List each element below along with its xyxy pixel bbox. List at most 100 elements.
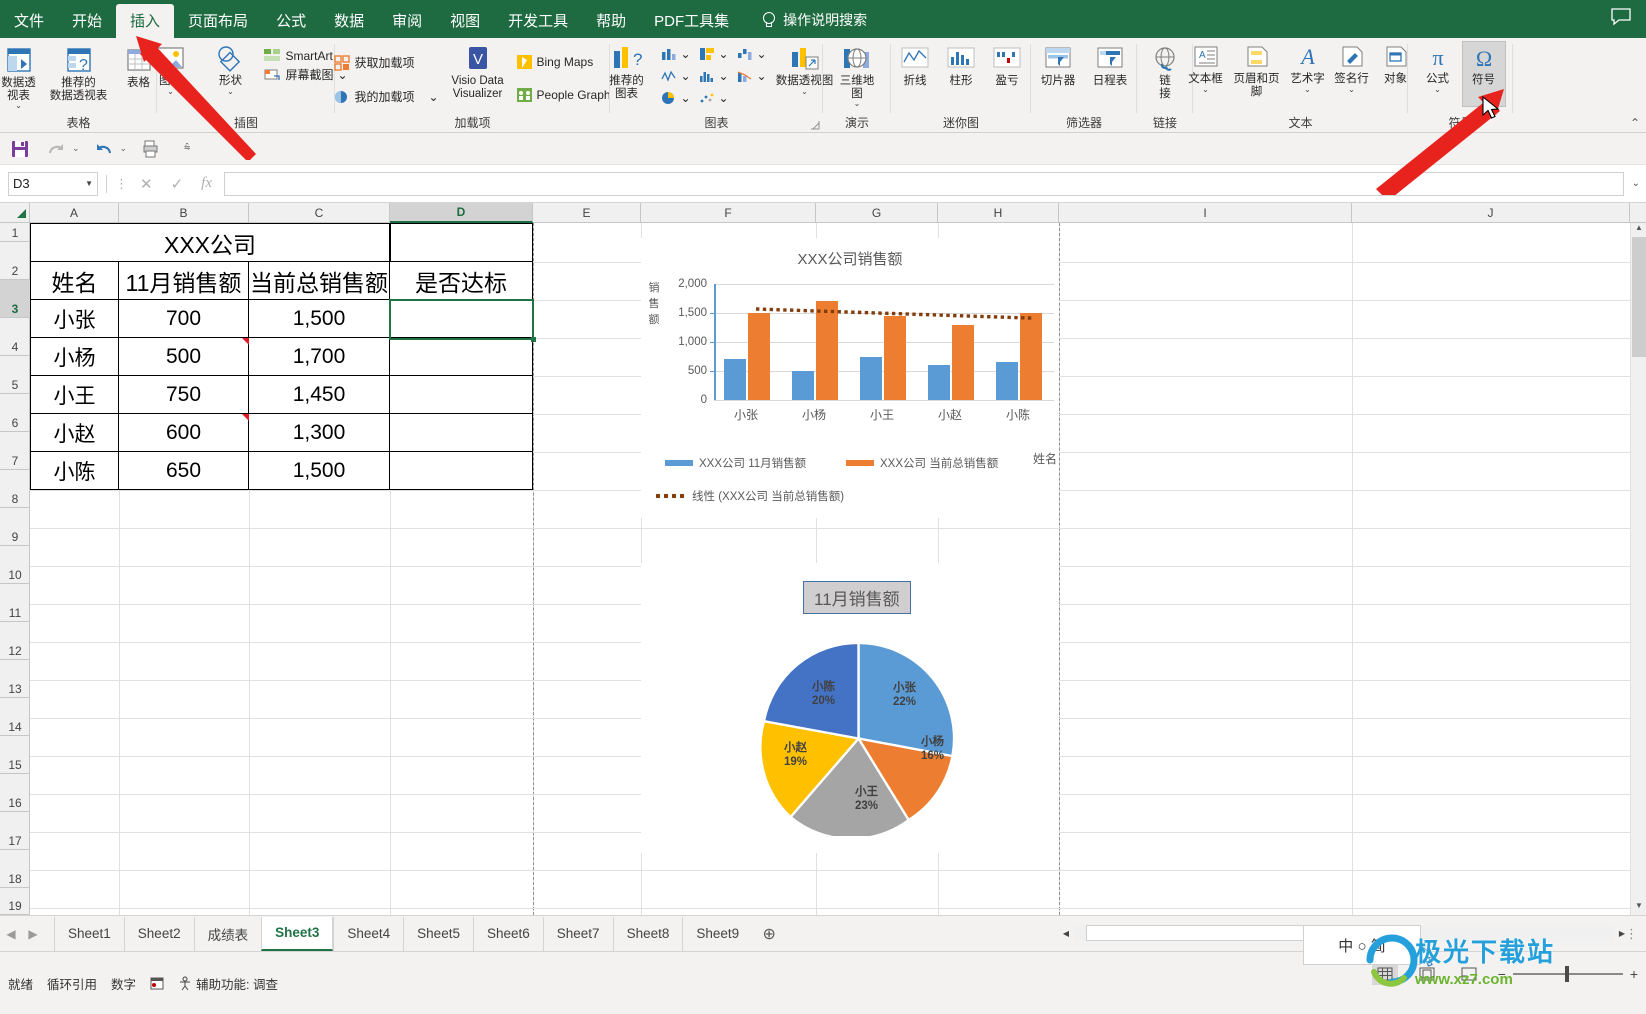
cell-D1[interactable] — [390, 223, 533, 262]
ribbon-tab-shuju[interactable]: 数据 — [320, 4, 378, 38]
chevron-down-icon[interactable]: ⌄ — [1202, 85, 1209, 93]
slicer-button[interactable]: 切片器 — [1033, 41, 1083, 88]
cell-D7[interactable] — [389, 451, 533, 490]
visio-data-visualizer-button[interactable]: V Visio Data Visualizer — [444, 41, 512, 100]
row-header-15[interactable]: 15 — [0, 736, 30, 774]
column-chart-button[interactable]: ⌄ — [658, 43, 696, 65]
row-header-3[interactable]: 3 — [0, 280, 30, 318]
row-header-1[interactable]: 1 — [0, 203, 30, 242]
redo-chevron-icon[interactable]: ⌄ — [72, 143, 80, 154]
chevron-down-icon[interactable]: ⌄ — [757, 69, 767, 83]
name-box[interactable]: D3 ▼ — [8, 171, 98, 196]
cell-D2-header[interactable]: 是否达标 — [389, 261, 533, 300]
wordart-button[interactable]: A 艺术字 ⌄ — [1287, 41, 1329, 93]
ribbon-tab-charu[interactable]: 插入 — [116, 4, 175, 38]
sparkline-winloss-button[interactable]: 盈亏 — [985, 41, 1029, 88]
ribbon-tab-shenyue[interactable]: 审阅 — [378, 4, 436, 38]
ribbon-tab-gongshi[interactable]: 公式 — [262, 4, 320, 38]
cell-C7[interactable]: 1,500 — [248, 451, 390, 490]
chevron-down-icon[interactable]: ⌄ — [15, 102, 22, 110]
tell-me-search[interactable]: 操作说明搜索 — [743, 4, 879, 38]
row-header-11[interactable]: 11 — [0, 584, 30, 622]
row-header-7[interactable]: 7 — [0, 432, 30, 470]
cancel-formula-button[interactable]: ✕ — [140, 175, 153, 193]
sheet-tab-sheet7[interactable]: Sheet7 — [542, 916, 613, 951]
chevron-down-icon[interactable]: ⌄ — [1348, 85, 1355, 93]
row-header-2[interactable]: 2 — [0, 242, 30, 280]
combo-chart-button[interactable]: ⌄ — [734, 65, 772, 87]
my-addins-button[interactable]: 我的加载项 ⌄ — [331, 87, 441, 106]
recommended-pivot-button[interactable]: ? 推荐的 数据透视表 — [50, 41, 108, 102]
row-header-17[interactable]: 17 — [0, 812, 30, 850]
normal-view-button[interactable] — [1371, 963, 1398, 985]
chevron-down-icon[interactable]: ⌄ — [757, 47, 767, 61]
column-header-G[interactable]: G — [816, 203, 938, 223]
cell-A1-title[interactable]: XXX公司 — [30, 223, 390, 262]
column-header-E[interactable]: E — [533, 203, 641, 223]
zoom-thumb[interactable] — [1564, 966, 1569, 982]
scroll-down-button[interactable]: ▼ — [1631, 901, 1646, 915]
cell-C4[interactable]: 1,700 — [248, 337, 390, 376]
comment-icon[interactable] — [1610, 8, 1632, 26]
scroll-up-button[interactable]: ▲ — [1631, 223, 1646, 237]
expand-formula-bar-button[interactable]: ⌄ — [1632, 178, 1640, 189]
add-sheet-button[interactable]: ⊕ — [752, 924, 786, 944]
legend-item-nov[interactable]: XXX公司 11月销售额 — [665, 455, 806, 471]
ribbon-tab-kaishi[interactable]: 开始 — [58, 4, 116, 38]
scroll-left-button[interactable]: ◀ — [1058, 929, 1074, 938]
undo-chevron-icon[interactable]: ⌄ — [120, 143, 128, 154]
cell-A3[interactable]: 小张 — [30, 299, 119, 338]
confirm-formula-button[interactable]: ✓ — [171, 175, 184, 193]
sparkline-column-button[interactable]: 柱形 — [939, 41, 983, 88]
cell-D5[interactable] — [389, 375, 533, 414]
header-footer-button[interactable]: 页眉和页脚 — [1229, 41, 1285, 98]
cell-B3[interactable]: 700 — [118, 299, 249, 338]
page-layout-view-button[interactable] — [1414, 963, 1440, 985]
column-header-I[interactable]: I — [1059, 203, 1352, 223]
row-header-19[interactable]: 19 — [0, 888, 30, 915]
bar-chart[interactable]: XXX公司销售额 销售额 2,000 1,500 1,000 500 0 小张 … — [641, 238, 1059, 518]
horizontal-scroll-thumb[interactable] — [1086, 925, 1336, 941]
cell-A6[interactable]: 小赵 — [30, 413, 119, 452]
sheet-tab-sheet8[interactable]: Sheet8 — [612, 916, 683, 951]
cell-C5[interactable]: 1,450 — [248, 375, 390, 414]
prev-sheet-button[interactable]: ◀ — [0, 927, 22, 941]
page-break-preview-button[interactable] — [1456, 963, 1482, 985]
sheet-tab-sheet3[interactable]: Sheet3 — [261, 916, 334, 951]
row-header-12[interactable]: 12 — [0, 622, 30, 660]
column-header-C[interactable]: C — [249, 203, 390, 223]
ribbon-collapse-button[interactable]: ⌃ — [1630, 116, 1640, 130]
sheet-tab-chengjibiao[interactable]: 成绩表 — [193, 916, 262, 951]
row-header-6[interactable]: 6 — [0, 394, 30, 432]
chevron-down-icon[interactable]: ⌄ — [719, 47, 729, 61]
cell-B7[interactable]: 650 — [118, 451, 249, 490]
cell-B4[interactable]: 500 — [118, 337, 249, 376]
cell-B5[interactable]: 750 — [118, 375, 249, 414]
redo-button[interactable] — [44, 137, 68, 161]
histogram-chart-button[interactable]: ⌄ — [696, 65, 734, 87]
waterfall-chart-button[interactable]: ⌄ — [734, 43, 772, 65]
stock-chart-button[interactable]: ⌄ — [658, 65, 696, 87]
save-button[interactable] — [8, 137, 32, 161]
column-header-A[interactable]: A — [30, 203, 119, 223]
chevron-down-icon[interactable]: ⌄ — [801, 87, 808, 95]
chevron-down-icon[interactable]: ⌄ — [227, 87, 234, 95]
signature-line-button[interactable]: 签名行 ⌄ — [1331, 41, 1373, 93]
vertical-scroll-thumb[interactable] — [1632, 237, 1646, 357]
vertical-scrollbar[interactable]: ▲ ▼ — [1630, 223, 1646, 915]
legend-item-total[interactable]: XXX公司 当前总销售额 — [846, 455, 998, 471]
row-header-9[interactable]: 9 — [0, 508, 30, 546]
row-header-18[interactable]: 18 — [0, 850, 30, 888]
chevron-down-icon[interactable]: ▼ — [85, 179, 93, 188]
sparkline-line-button[interactable]: 折线 — [893, 41, 937, 88]
cell-C3[interactable]: 1,500 — [248, 299, 390, 338]
fill-handle[interactable] — [531, 337, 536, 342]
quick-print-button[interactable] — [139, 137, 163, 161]
status-circular-ref[interactable]: 循环引用 — [47, 974, 97, 993]
accessibility-status[interactable]: 辅助功能: 调查 — [178, 974, 278, 993]
timeline-button[interactable]: 日程表 — [1085, 41, 1135, 88]
cell-A4[interactable]: 小杨 — [30, 337, 119, 376]
column-header-J[interactable]: J — [1352, 203, 1630, 223]
column-header-D[interactable]: D — [390, 203, 533, 223]
next-sheet-button[interactable]: ▶ — [22, 927, 44, 941]
